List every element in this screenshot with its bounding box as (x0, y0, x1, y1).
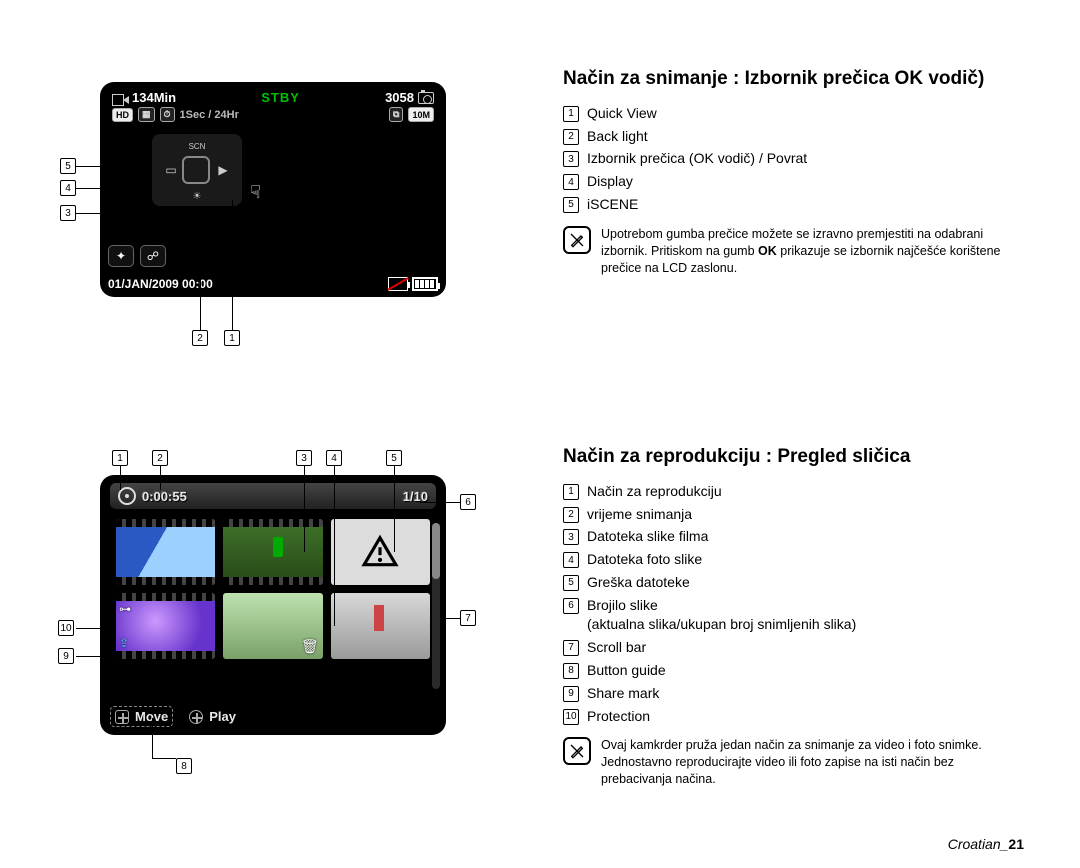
quickview-icon: ▶ (216, 164, 230, 176)
callout-3: 3 (60, 205, 76, 221)
section2-title: Način za reprodukciju : Pregled sličica (563, 444, 1023, 470)
section2-item-3: Datoteka slike filma (587, 527, 708, 546)
megapixel-badge: 10M (408, 107, 434, 122)
section2-item-5: Greška datoteke (587, 573, 690, 592)
move-joystick-icon (115, 710, 129, 724)
callout-t8: 8 (176, 758, 192, 774)
section2-item-1: Način za reprodukciju (587, 482, 722, 501)
trash-icon: 🗑 (301, 638, 319, 655)
remaining-time: 134Min (132, 90, 176, 105)
button-guide: Move Play (110, 706, 236, 727)
callout-t2: 2 (152, 450, 168, 466)
callout-t9: 9 (58, 648, 74, 664)
section1-title: Način za snimanje : Izbornik prečica OK … (563, 66, 1023, 92)
section2-item-10: Protection (587, 707, 650, 726)
play-label: Play (209, 709, 236, 724)
share-mark-icon: ⇪ (119, 636, 129, 650)
callout-t5: 5 (386, 450, 402, 466)
remaining-photos: 3058 (385, 90, 414, 105)
shortcut-dpad[interactable]: SCN ▭ ▶ ☀ (152, 134, 242, 206)
thumbnail-2-video[interactable] (223, 519, 322, 585)
section2-item-9: Share mark (587, 684, 659, 703)
section2-item-4: Datoteka foto slike (587, 550, 702, 569)
movie-mode-icon (112, 92, 128, 104)
page-footer: Croatian_21 (948, 836, 1024, 852)
lcd-record-screen: 134Min STBY 3058 HD ▦ ⏱ 1Sec / 24Hr ⧉ 10… (100, 82, 446, 297)
section1-list: 1Quick View 2Back light 3Izbornik prečic… (563, 102, 1023, 216)
finger-pointer-icon: ☟ (250, 182, 261, 203)
section2-item-6: Brojilo slike (aktualna slika/ukupan bro… (587, 596, 856, 634)
battery-full-icon (412, 277, 438, 291)
storage-badge: ⧉ (389, 107, 403, 122)
section1-item-1: Quick View (587, 104, 657, 123)
section1-item-4: Display (587, 172, 633, 191)
thumbnail-1-video[interactable] (116, 519, 215, 585)
elapsed-time: 0:00:55 (142, 489, 187, 504)
datetime-label: 01/JAN/2009 00:00 (108, 277, 213, 291)
callout-5: 5 (60, 158, 76, 174)
section1-item-5: iSCENE (587, 195, 638, 214)
section1-item-3: Izbornik prečica (OK vodič) / Povrat (587, 149, 807, 168)
callout-t4: 4 (326, 450, 342, 466)
section2-item-7: Scroll bar (587, 638, 646, 657)
timelapse-badge: ⏱ (160, 107, 175, 122)
ok-center-icon (182, 156, 210, 184)
callout-t10: 10 (58, 620, 74, 636)
thumbnail-5-photo[interactable]: 🗑 (223, 593, 322, 659)
callout-2: 2 (192, 330, 208, 346)
callout-t6: 6 (460, 494, 476, 510)
protection-icon: ⊶ (119, 602, 131, 616)
play-ok-icon (189, 710, 203, 724)
iscene-icon: SCN (190, 140, 204, 152)
section2-list: 1Način za reprodukciju 2vrijeme snimanja… (563, 480, 1023, 728)
scroll-bar[interactable] (432, 523, 440, 689)
note-icon (563, 737, 591, 765)
no-card-icon (388, 277, 408, 291)
callout-4: 4 (60, 180, 76, 196)
antishake-icon: ✦ (108, 245, 134, 267)
photo-mode-icon (418, 92, 434, 104)
callout-t1: 1 (112, 450, 128, 466)
section2-item-2: vrijeme snimanja (587, 505, 692, 524)
thumbnail-grid[interactable]: ⊶ ⇪ 🗑 (110, 509, 436, 669)
quality-badge: ▦ (138, 107, 155, 122)
thumbnail-4-video[interactable]: ⊶ ⇪ (116, 593, 215, 659)
hd-badge: HD (112, 108, 133, 122)
section2-note: Ovaj kamkrder pruža jedan način za snima… (601, 737, 1023, 788)
thumbnail-6-photo[interactable] (331, 593, 430, 659)
wind-cut-icon: ☍ (140, 245, 166, 267)
interval-text: 1Sec / 24Hr (180, 109, 239, 121)
record-status: STBY (261, 90, 300, 105)
callout-t7: 7 (460, 610, 476, 626)
note-icon (563, 226, 591, 254)
callout-1: 1 (224, 330, 240, 346)
thumbnail-3-error[interactable] (331, 519, 430, 585)
backlight-icon: ☀ (190, 190, 204, 202)
section1-item-2: Back light (587, 127, 648, 146)
section2-item-8: Button guide (587, 661, 666, 680)
display-icon: ▭ (164, 164, 178, 176)
callout-t3: 3 (296, 450, 312, 466)
section1-note: Upotrebom gumba prečice možete se izravn… (601, 226, 1023, 277)
